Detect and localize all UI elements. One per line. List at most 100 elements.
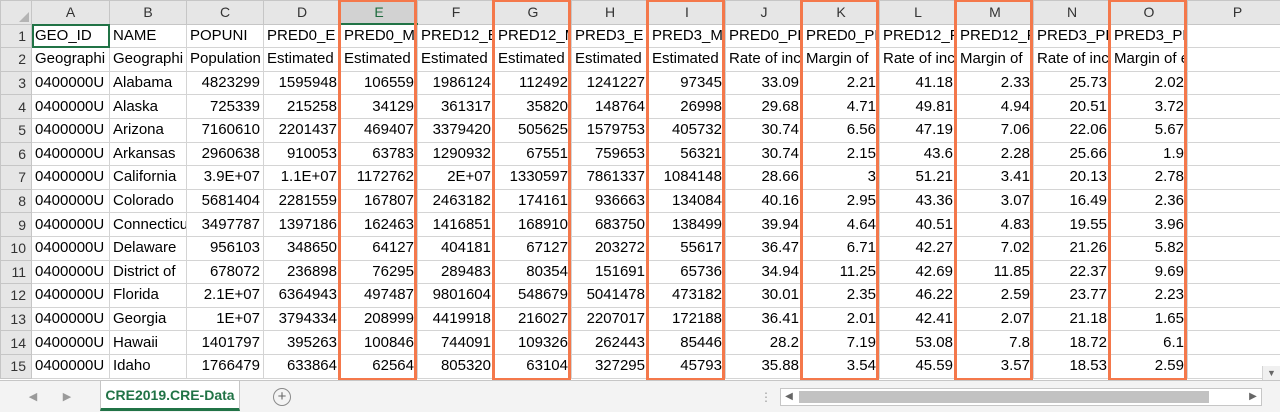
cell[interactable]: 19.55 [1033, 212, 1111, 237]
cell[interactable]: PRED12_P [956, 23, 1034, 49]
row-header[interactable]: 6 [0, 141, 32, 167]
cell[interactable]: Georgia [109, 306, 187, 332]
cell[interactable]: 2.02 [1110, 70, 1188, 96]
cell[interactable]: 744091 [417, 330, 495, 355]
cell[interactable]: 1766479 [186, 353, 264, 379]
cell[interactable]: 548679 [494, 283, 572, 308]
cell[interactable]: 109326 [494, 330, 572, 355]
cell[interactable]: 633864 [263, 353, 341, 379]
tab-split-handle[interactable]: ⋮ [760, 389, 772, 405]
cell[interactable] [1187, 141, 1280, 167]
cell[interactable]: 43.36 [879, 188, 957, 214]
cell[interactable] [1187, 94, 1280, 119]
cell[interactable]: 497487 [340, 283, 418, 308]
cell[interactable]: 34.94 [725, 259, 803, 285]
select-all-corner[interactable] [0, 0, 32, 25]
cell[interactable]: 0400000U [31, 94, 110, 119]
scroll-right-icon[interactable]: ▶ [1245, 389, 1261, 405]
cell[interactable] [1187, 23, 1280, 49]
cell[interactable]: 53.08 [879, 330, 957, 355]
cell[interactable]: 1.9 [1110, 141, 1188, 167]
cell[interactable]: 167807 [340, 188, 418, 214]
cell[interactable]: 151691 [571, 259, 649, 285]
cell[interactable]: 348650 [263, 235, 341, 261]
cell[interactable]: 36.41 [725, 306, 803, 332]
spreadsheet-grid[interactable]: ABCDEFGHIJKLMNOP 1 GEO_ID NAME POPUNI PRED0_… [0, 0, 1280, 379]
column-header-l[interactable]: L [879, 0, 957, 25]
cell[interactable]: 505625 [494, 117, 572, 143]
cell[interactable]: 3497787 [186, 212, 264, 237]
cell[interactable]: 3.54 [802, 353, 880, 379]
cell[interactable]: 21.26 [1033, 235, 1111, 261]
cell[interactable]: 49.81 [879, 94, 957, 119]
cell[interactable]: PRED3_M [648, 23, 726, 49]
cell[interactable]: 1986124 [417, 70, 495, 96]
cell[interactable]: 36.47 [725, 235, 803, 261]
cell[interactable]: 216027 [494, 306, 572, 332]
cell[interactable]: 0400000U [31, 259, 110, 285]
cell[interactable]: 67127 [494, 235, 572, 261]
cell[interactable]: 361317 [417, 94, 495, 119]
cell[interactable]: Estimated [417, 47, 495, 72]
cell[interactable]: 0400000U [31, 141, 110, 167]
cell[interactable]: 7.8 [956, 330, 1034, 355]
cell[interactable]: 9801604 [417, 283, 495, 308]
cell[interactable]: 1330597 [494, 165, 572, 190]
cell[interactable]: PRED3_PM [1110, 23, 1188, 49]
scroll-down-icon[interactable]: ▼ [1262, 366, 1280, 380]
cell[interactable]: 262443 [571, 330, 649, 355]
cell[interactable]: 6364943 [263, 283, 341, 308]
cell[interactable]: 2.01 [802, 306, 880, 332]
cell[interactable]: 0400000U [31, 306, 110, 332]
cell[interactable]: Arkansas [109, 141, 187, 167]
row-header[interactable]: 5 [0, 117, 32, 143]
row-header[interactable]: 14 [0, 330, 32, 355]
cell[interactable]: 2.21 [802, 70, 880, 96]
cell[interactable]: 100846 [340, 330, 418, 355]
cell[interactable]: Estimated [571, 47, 649, 72]
cell[interactable]: 404181 [417, 235, 495, 261]
cell[interactable]: 162463 [340, 212, 418, 237]
cell[interactable]: Margin of [802, 47, 880, 72]
cell[interactable]: 34129 [340, 94, 418, 119]
column-header-e[interactable]: E [340, 0, 418, 26]
cell[interactable]: PRED0_E [263, 23, 341, 49]
cell[interactable]: 30.01 [725, 283, 803, 308]
cell[interactable]: POPUNI [186, 23, 264, 49]
cell[interactable] [1187, 306, 1280, 332]
cell[interactable]: Geographi [109, 47, 187, 72]
cell[interactable]: 28.66 [725, 165, 803, 190]
cell[interactable]: 0400000U [31, 117, 110, 143]
cell[interactable]: 1.65 [1110, 306, 1188, 332]
cell[interactable]: 2463182 [417, 188, 495, 214]
cell[interactable]: 1290932 [417, 141, 495, 167]
cell[interactable]: 112492 [494, 70, 572, 96]
cell[interactable]: 2.07 [956, 306, 1034, 332]
cell[interactable]: 41.18 [879, 70, 957, 96]
cell[interactable]: 138499 [648, 212, 726, 237]
cell[interactable]: 7160610 [186, 117, 264, 143]
cell[interactable]: PRED3_PE [1033, 23, 1111, 49]
cell[interactable]: Alaska [109, 94, 187, 119]
cell[interactable]: 4.64 [802, 212, 880, 237]
scrollbar-thumb[interactable] [799, 391, 1209, 403]
cell[interactable]: PRED3_E [571, 23, 649, 49]
cell[interactable]: Population [186, 47, 264, 72]
cell[interactable]: 9.69 [1110, 259, 1188, 285]
cell[interactable]: 63104 [494, 353, 572, 379]
column-header-d[interactable]: D [263, 0, 341, 25]
row-header[interactable]: 1 [0, 23, 32, 49]
column-header-m[interactable]: M [956, 0, 1034, 25]
column-header-g[interactable]: G [494, 0, 572, 25]
cell[interactable] [1187, 235, 1280, 261]
cell[interactable]: 1172762 [340, 165, 418, 190]
column-header-b[interactable]: B [109, 0, 187, 25]
cell[interactable]: 1084148 [648, 165, 726, 190]
cell[interactable]: 4823299 [186, 70, 264, 96]
cell[interactable]: PRED12_E [417, 23, 495, 49]
cell[interactable]: 2960638 [186, 141, 264, 167]
cell[interactable]: 0400000U [31, 212, 110, 237]
cell[interactable]: 2E+07 [417, 165, 495, 190]
add-sheet-icon[interactable]: + [273, 388, 291, 406]
cell[interactable]: 2.15 [802, 141, 880, 167]
